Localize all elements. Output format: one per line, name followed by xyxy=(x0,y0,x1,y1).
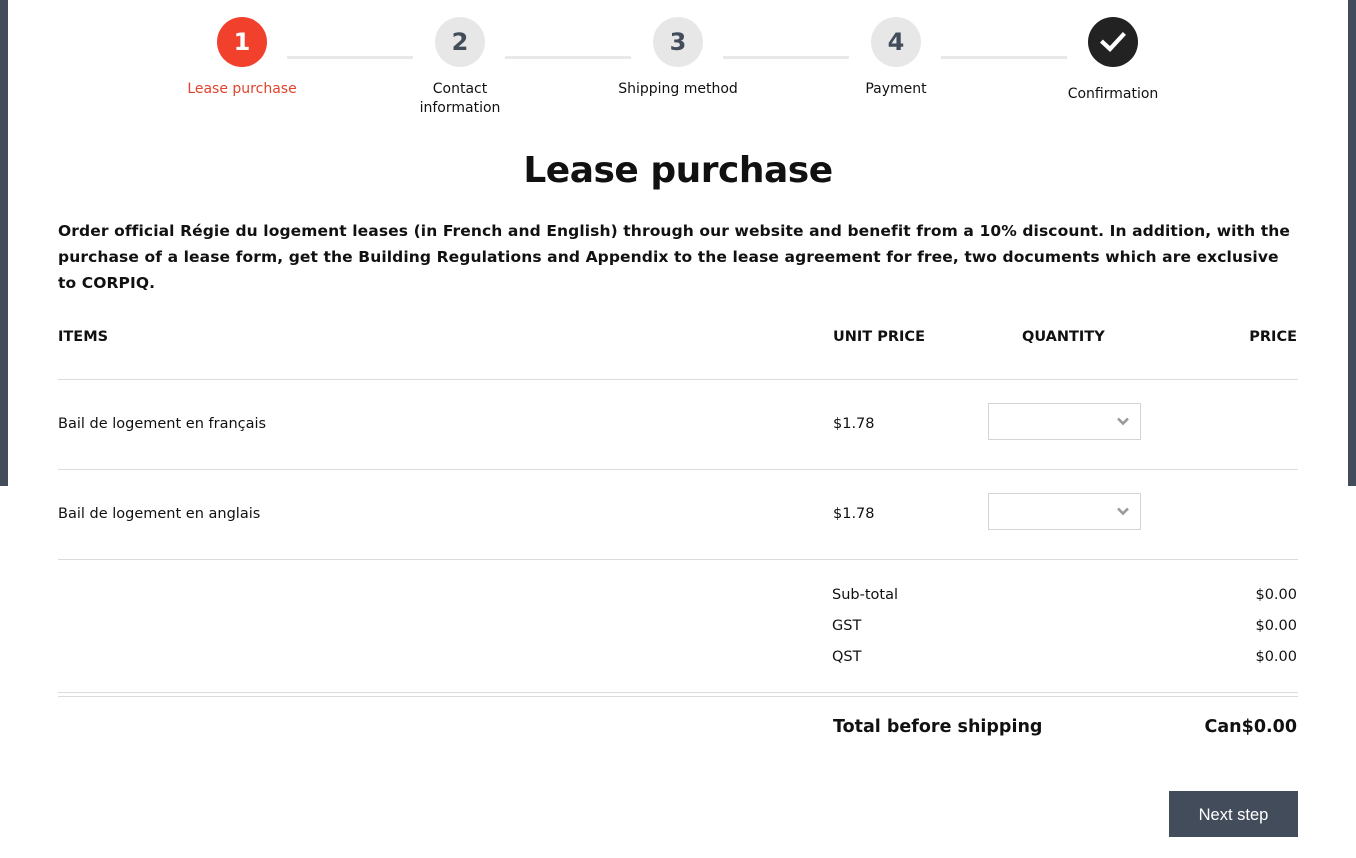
divider xyxy=(58,379,1298,380)
page-title: Lease purchase xyxy=(523,150,833,191)
checkout-stepper: 1 Lease purchase 2 Contact information 3… xyxy=(0,17,1356,127)
step-contact-information[interactable]: 2 Contact information xyxy=(360,17,560,118)
qst-label: QST xyxy=(832,649,862,665)
item-name: Bail de logement en français xyxy=(58,416,267,432)
chevron-down-icon xyxy=(1117,417,1129,426)
header-items: ITEMS xyxy=(58,329,109,345)
divider xyxy=(58,469,1298,470)
quantity-select[interactable] xyxy=(988,403,1141,440)
step-label: Contact information xyxy=(419,81,501,116)
step-number: 2 xyxy=(435,17,485,67)
next-step-button[interactable]: Next step xyxy=(1169,791,1298,837)
step-circle xyxy=(1088,17,1138,67)
intro-text: Order official Régie du logement leases … xyxy=(58,222,1290,292)
step-confirmation[interactable]: Confirmation xyxy=(1013,17,1213,104)
quantity-select[interactable] xyxy=(988,493,1141,530)
item-name: Bail de logement en anglais xyxy=(58,506,261,522)
checkmark-icon xyxy=(1100,32,1126,52)
header-price: PRICE xyxy=(1249,329,1297,345)
subtotal-label: Sub-total xyxy=(832,587,898,603)
unit-price: $1.78 xyxy=(833,506,875,522)
divider xyxy=(58,559,1298,560)
step-payment[interactable]: 4 Payment xyxy=(796,17,996,99)
double-divider xyxy=(58,696,1298,697)
step-lease-purchase[interactable]: 1 Lease purchase xyxy=(142,17,342,99)
step-label: Payment xyxy=(865,81,927,97)
step-number: 3 xyxy=(653,17,703,67)
unit-price: $1.78 xyxy=(833,416,875,432)
step-number: 4 xyxy=(871,17,921,67)
double-divider xyxy=(58,692,1298,693)
step-label: Lease purchase xyxy=(187,81,297,97)
chevron-down-icon xyxy=(1117,507,1129,516)
gst-value: $0.00 xyxy=(1255,618,1297,634)
total-value: Can$0.00 xyxy=(1204,717,1297,737)
step-label: Confirmation xyxy=(1067,86,1159,102)
qst-value: $0.00 xyxy=(1255,649,1297,665)
header-unit-price: UNIT PRICE xyxy=(833,329,925,345)
step-number: 1 xyxy=(217,17,267,67)
header-quantity: QUANTITY xyxy=(1022,329,1105,345)
step-label: Shipping method xyxy=(618,81,738,97)
step-shipping-method[interactable]: 3 Shipping method xyxy=(578,17,778,99)
gst-label: GST xyxy=(832,618,862,634)
total-label: Total before shipping xyxy=(833,717,1043,737)
subtotal-value: $0.00 xyxy=(1255,587,1297,603)
